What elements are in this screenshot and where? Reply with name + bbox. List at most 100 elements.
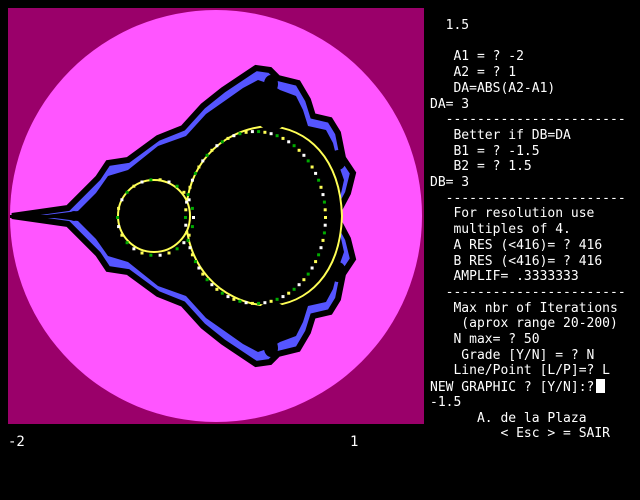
fractal-speckle: [297, 283, 301, 287]
mandelbrot-right-lower-bulb: [330, 262, 346, 282]
terminal-line: -----------------------: [430, 284, 626, 300]
fractal-speckle: [184, 223, 188, 227]
terminal-line: DA=ABS(A2-A1): [430, 80, 556, 96]
terminal-line: N max= ? 50: [430, 332, 540, 347]
fractal-speckle: [238, 299, 242, 303]
fractal-speckle: [188, 246, 192, 250]
fractal-speckle: [184, 208, 188, 212]
fractal-speckle: [226, 136, 230, 140]
fractal-speckle: [132, 247, 136, 251]
fractal-speckle: [297, 148, 301, 152]
terminal-line: B RES (<416)= ? 416: [430, 253, 603, 269]
fractal-speckle: [244, 130, 248, 134]
fractal-speckle: [281, 295, 285, 299]
fractal-speckle: [120, 233, 124, 237]
fractal-speckle: [322, 200, 326, 204]
fractal-speckle: [190, 225, 194, 229]
fractal-speckle: [317, 178, 321, 182]
fractal-speckle: [149, 253, 153, 257]
fractal-speckle: [306, 272, 310, 276]
fractal-speckle: [201, 159, 205, 163]
terminal-line: multiples of 4.: [430, 222, 571, 238]
terminal-line: For resolution use: [430, 206, 595, 222]
fractal-speckle: [187, 233, 191, 237]
fractal-speckle: [275, 134, 279, 138]
fractal-speckle: [215, 287, 219, 291]
fractal-speckle: [321, 238, 325, 242]
fractal-speckle: [116, 216, 119, 219]
fractal-speckle: [193, 171, 197, 175]
fractal-speckle: [158, 253, 162, 257]
fractal-speckle: [201, 272, 205, 276]
fractal-speckle: [292, 144, 296, 148]
fractal-speckle: [323, 208, 327, 212]
terminal-line: DB= 3: [430, 175, 470, 190]
fractal-speckle: [117, 225, 121, 229]
fractal-speckle: [317, 253, 321, 257]
fractal-speckle: [120, 198, 124, 202]
fractal-speckle: [238, 132, 242, 136]
fractal-speckle: [192, 216, 195, 219]
fractal-speckle: [220, 140, 224, 144]
terminal-line: A2 = ? 1: [430, 65, 517, 81]
mandelbrot-top-bulb: [254, 94, 290, 130]
fractal-speckle: [322, 231, 326, 235]
mandelbrot-bottom-bulb: [254, 302, 290, 338]
fractal-speckle: [220, 291, 224, 295]
terminal-line: Better if DB=DA: [430, 127, 571, 143]
fractal-speckle: [263, 130, 267, 134]
fractal-speckle: [323, 223, 327, 227]
mandelbrot-top-minor-bulb: [264, 75, 278, 93]
fractal-speckle: [232, 297, 236, 301]
terminal-line: -1.5: [430, 394, 462, 410]
fractal-speckle: [167, 251, 171, 255]
mandelbrot-right-upper-bulb: [330, 150, 346, 170]
terminal-line: Grade [Y/N] = ? N: [430, 347, 595, 363]
mandelbrot-far-left-bulb: [96, 207, 116, 225]
terminal-line: 1.5: [430, 18, 470, 33]
fractal-speckle: [302, 278, 306, 282]
fractal-speckle: [302, 153, 306, 157]
terminal-line: A RES (<416)= ? 416: [430, 237, 603, 253]
fractal-speckle: [306, 159, 310, 163]
terminal-line: DA= 3: [430, 96, 470, 112]
mandelbrot-main-cardioid: [184, 124, 344, 308]
terminal-output: 1.5 A1 = ? -2 A2 = ? 1 DA=ABS(A2-A1) DA= …: [430, 0, 640, 460]
fractal-speckle: [210, 283, 214, 287]
fractal-speckle: [182, 241, 186, 245]
mandelbrot-svg: [8, 8, 424, 424]
fractal-speckle: [226, 295, 230, 299]
mandelbrot-bottom-minor-bulb: [264, 339, 278, 357]
terminal-line: NEW GRAPHIC ? [Y/N]:?: [430, 379, 640, 395]
fractal-speckle: [275, 297, 279, 301]
mandelbrot-left-bulb: [117, 179, 191, 253]
fractal-speckle: [125, 190, 129, 194]
fractal-speckle: [250, 301, 254, 305]
fractal-speckle: [210, 148, 214, 152]
fractal-speckle: [175, 184, 179, 188]
fractal-speckle: [319, 246, 323, 250]
terminal-line: A. de la Plaza: [430, 410, 587, 426]
fractal-speckle: [197, 266, 201, 270]
fractal-speckle: [269, 299, 273, 303]
fractal-speckle: [310, 266, 314, 270]
text-cursor[interactable]: [596, 379, 606, 394]
fractal-speckle: [321, 193, 325, 197]
mandelbrot-antenna: [10, 215, 70, 218]
terminal-line: -----------------------: [430, 190, 626, 206]
terminal-line: < Esc > = SAIR: [430, 426, 611, 442]
fractal-speckle: [257, 130, 261, 134]
fractal-speckle: [132, 184, 136, 188]
fractal-speckle: [140, 180, 144, 184]
x-axis-max-label: 1: [350, 434, 359, 450]
mandelbrot-tip-bulb: [69, 211, 79, 221]
fractal-speckle: [190, 178, 194, 182]
fractal-speckle: [281, 136, 285, 140]
fractal-speckle: [257, 301, 261, 305]
fractal-speckle: [140, 251, 144, 255]
fractal-speckle: [292, 287, 296, 291]
fractal-speckle: [117, 206, 121, 210]
fractal-speckle: [269, 132, 273, 136]
fractal-speckle: [149, 178, 153, 182]
